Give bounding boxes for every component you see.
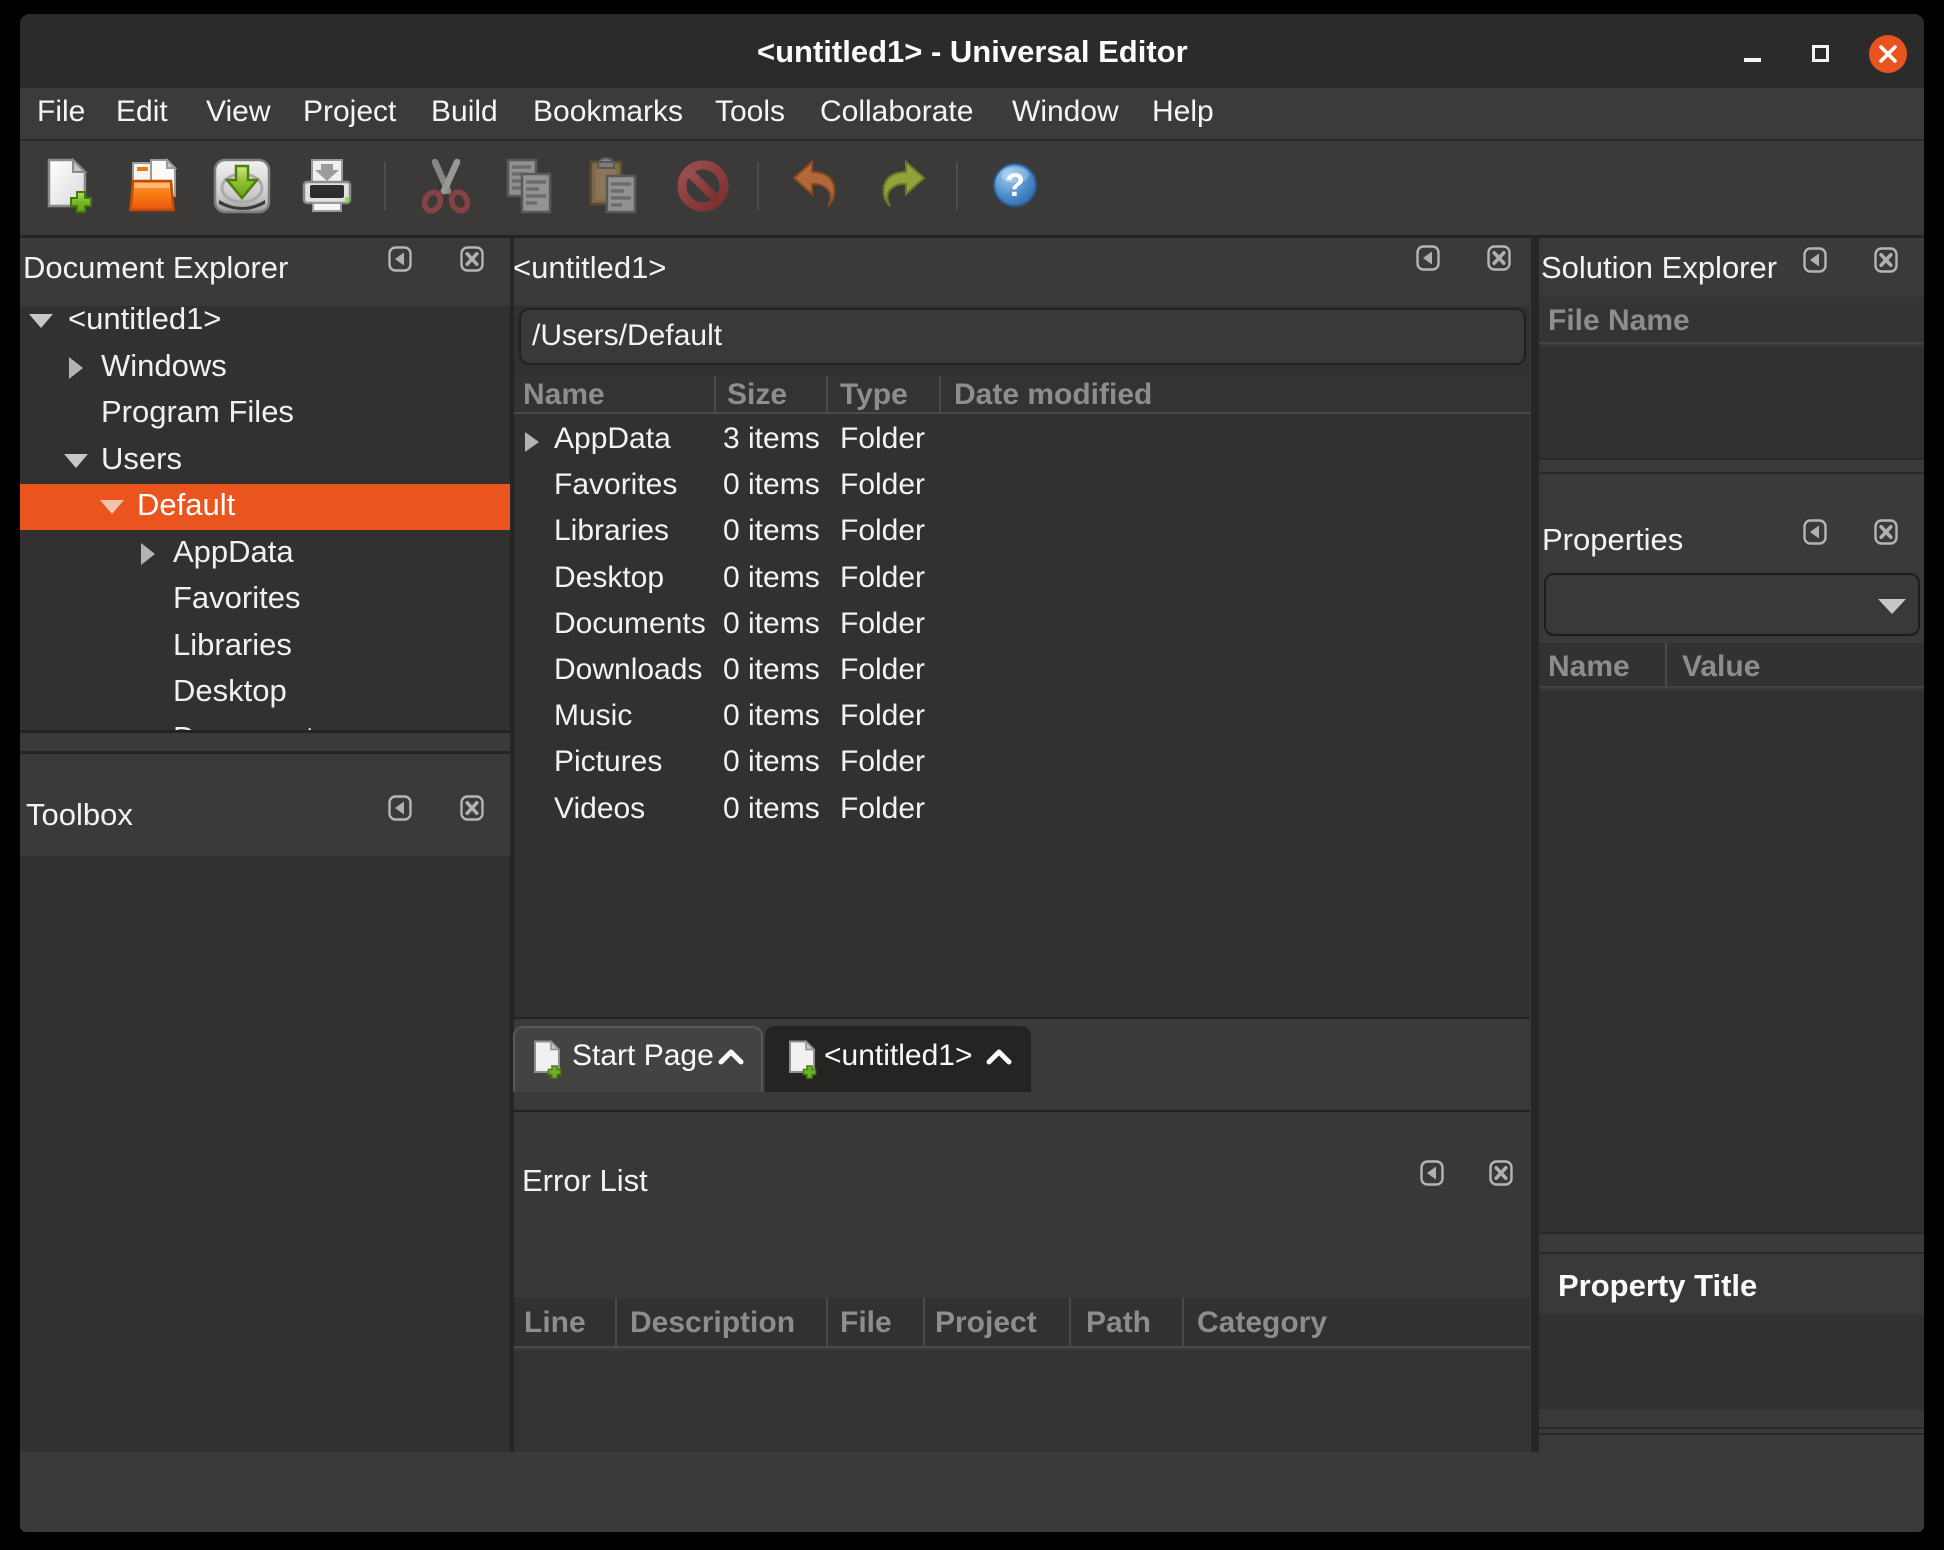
svg-text:?: ? [1005,167,1025,203]
